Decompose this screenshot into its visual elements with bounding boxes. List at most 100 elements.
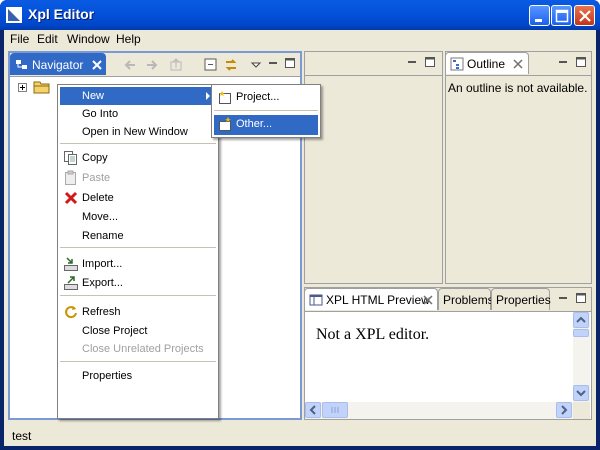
maximize-button[interactable] bbox=[551, 5, 572, 26]
preview-icon bbox=[309, 294, 323, 306]
editor-area-body bbox=[305, 75, 442, 283]
plus-icon bbox=[20, 85, 25, 90]
menu-item-delete-label: Delete bbox=[82, 192, 114, 204]
menu-bar: File Edit Window Help bbox=[4, 30, 596, 49]
menu-item-close-unrelated-projects[interactable]: Close Unrelated Projects bbox=[60, 340, 216, 358]
menu-help[interactable]: Help bbox=[116, 32, 141, 46]
window-title: Xpl Editor bbox=[28, 6, 95, 22]
outline-view: Outline An outline is not available. bbox=[445, 51, 592, 284]
window-client-area: File Edit Window Help Navigator Outline … bbox=[4, 30, 596, 446]
menu-item-rename-label: Rename bbox=[82, 230, 124, 242]
application-window: Xpl Editor File Edit Window Help Navigat… bbox=[0, 0, 600, 450]
menu-item-properties-label: Properties bbox=[82, 370, 133, 382]
menu-item-import[interactable]: Import... bbox=[60, 255, 216, 273]
menu-item-close-project[interactable]: Close Project bbox=[60, 322, 216, 340]
export-icon bbox=[64, 276, 78, 290]
up-icon[interactable] bbox=[168, 57, 184, 73]
menu-item-close-unrelated-projects-label: Close Unrelated Projects bbox=[82, 343, 204, 355]
menu-separator bbox=[60, 361, 216, 362]
tab-problems[interactable]: Problems bbox=[438, 288, 494, 310]
maximize-view-icon[interactable] bbox=[285, 58, 295, 68]
menu-item-copy-label: Copy bbox=[82, 152, 108, 164]
new-submenu: Project... Other... bbox=[211, 84, 321, 138]
maximize-icon bbox=[555, 9, 569, 23]
menu-item-new[interactable]: New bbox=[60, 87, 216, 105]
outline-icon bbox=[450, 57, 464, 71]
minimize-button[interactable] bbox=[529, 5, 550, 26]
project-folder-icon[interactable] bbox=[33, 79, 51, 95]
scroll-up-button[interactable] bbox=[573, 312, 589, 328]
menu-item-open-in-new-window[interactable]: Open in New Window bbox=[60, 123, 216, 141]
app-icon bbox=[6, 7, 22, 23]
outline-message: An outline is not available. bbox=[448, 81, 588, 95]
menu-item-refresh-label: Refresh bbox=[82, 306, 121, 318]
menu-item-new-other-label: Other... bbox=[236, 118, 273, 130]
minimize-view-icon[interactable] bbox=[268, 58, 278, 68]
vertical-scroll-thumb[interactable] bbox=[573, 329, 589, 337]
close-tab-icon[interactable] bbox=[423, 295, 433, 305]
status-text: test bbox=[12, 429, 32, 443]
menu-item-go-into-label: Go Into bbox=[82, 108, 119, 120]
menu-item-move[interactable]: Move... bbox=[60, 208, 216, 226]
menu-item-delete[interactable]: Delete bbox=[60, 189, 216, 207]
menu-window[interactable]: Window bbox=[67, 32, 110, 46]
collapse-all-icon[interactable] bbox=[203, 57, 219, 73]
link-editor-icon[interactable] bbox=[223, 57, 239, 73]
tab-navigator[interactable]: Navigator bbox=[10, 53, 106, 75]
scroll-up-icon bbox=[576, 316, 586, 323]
menu-item-properties[interactable]: Properties bbox=[60, 367, 216, 385]
title-bar[interactable]: Xpl Editor bbox=[0, 0, 600, 30]
navigator-icon bbox=[16, 60, 27, 69]
menu-item-rename[interactable]: Rename bbox=[60, 227, 216, 245]
menu-item-new-label: New bbox=[82, 90, 105, 102]
scroll-down-button[interactable] bbox=[573, 385, 589, 401]
preview-message: Not a XPL editor. bbox=[316, 326, 430, 343]
menu-item-go-into[interactable]: Go Into bbox=[60, 105, 216, 123]
menu-item-move-label: Move... bbox=[82, 211, 119, 223]
menu-edit[interactable]: Edit bbox=[37, 32, 58, 46]
scroll-corner bbox=[573, 402, 590, 419]
horizontal-scroll-thumb[interactable] bbox=[322, 402, 348, 418]
refresh-icon bbox=[65, 306, 77, 319]
menu-item-export[interactable]: Export... bbox=[60, 274, 216, 292]
close-button[interactable] bbox=[574, 5, 595, 26]
horizontal-scrollbar[interactable] bbox=[305, 402, 573, 419]
minimize-view-icon[interactable] bbox=[558, 57, 568, 67]
tab-xpl-html-preview[interactable]: XPL HTML Preview bbox=[304, 288, 438, 310]
view-menu-icon[interactable] bbox=[248, 57, 264, 73]
maximize-view-icon[interactable] bbox=[576, 57, 586, 67]
menu-file[interactable]: File bbox=[10, 32, 29, 46]
menu-separator bbox=[214, 110, 318, 111]
tab-properties[interactable]: Properties bbox=[491, 288, 551, 310]
forward-icon[interactable] bbox=[144, 57, 160, 73]
paste-icon bbox=[65, 170, 76, 185]
close-tab-icon[interactable] bbox=[513, 59, 523, 69]
menu-item-new-other[interactable]: Other... bbox=[214, 115, 318, 135]
tab-problems-label: Problems bbox=[443, 293, 494, 307]
menu-item-refresh[interactable]: Refresh bbox=[60, 303, 216, 321]
maximize-view-icon[interactable] bbox=[425, 57, 435, 67]
minimize-view-icon[interactable] bbox=[558, 293, 568, 303]
copy-icon bbox=[64, 151, 77, 165]
tab-outline[interactable]: Outline bbox=[445, 52, 529, 74]
maximize-view-icon[interactable] bbox=[576, 293, 586, 303]
menu-item-paste[interactable]: Paste bbox=[60, 169, 216, 187]
menu-item-copy[interactable]: Copy bbox=[60, 149, 216, 167]
scroll-down-icon bbox=[576, 390, 586, 397]
tab-navigator-label: Navigator bbox=[32, 58, 84, 72]
grip-icon bbox=[331, 407, 339, 413]
menu-item-paste-label: Paste bbox=[82, 172, 111, 184]
vertical-scrollbar[interactable] bbox=[573, 312, 590, 402]
menu-item-new-project[interactable]: Project... bbox=[214, 88, 318, 108]
new-project-icon bbox=[219, 91, 231, 104]
menu-item-open-in-new-window-label: Open in New Window bbox=[82, 126, 188, 138]
menu-separator bbox=[60, 295, 216, 296]
scroll-left-button[interactable] bbox=[305, 402, 321, 418]
scroll-right-button[interactable] bbox=[556, 402, 572, 418]
close-tab-icon[interactable] bbox=[92, 60, 102, 70]
editor-area bbox=[304, 51, 443, 284]
minimize-view-icon[interactable] bbox=[407, 57, 417, 67]
tab-preview-label: XPL HTML Preview bbox=[326, 293, 430, 307]
back-icon[interactable] bbox=[122, 57, 138, 73]
tree-expand-toggle[interactable] bbox=[18, 83, 27, 92]
